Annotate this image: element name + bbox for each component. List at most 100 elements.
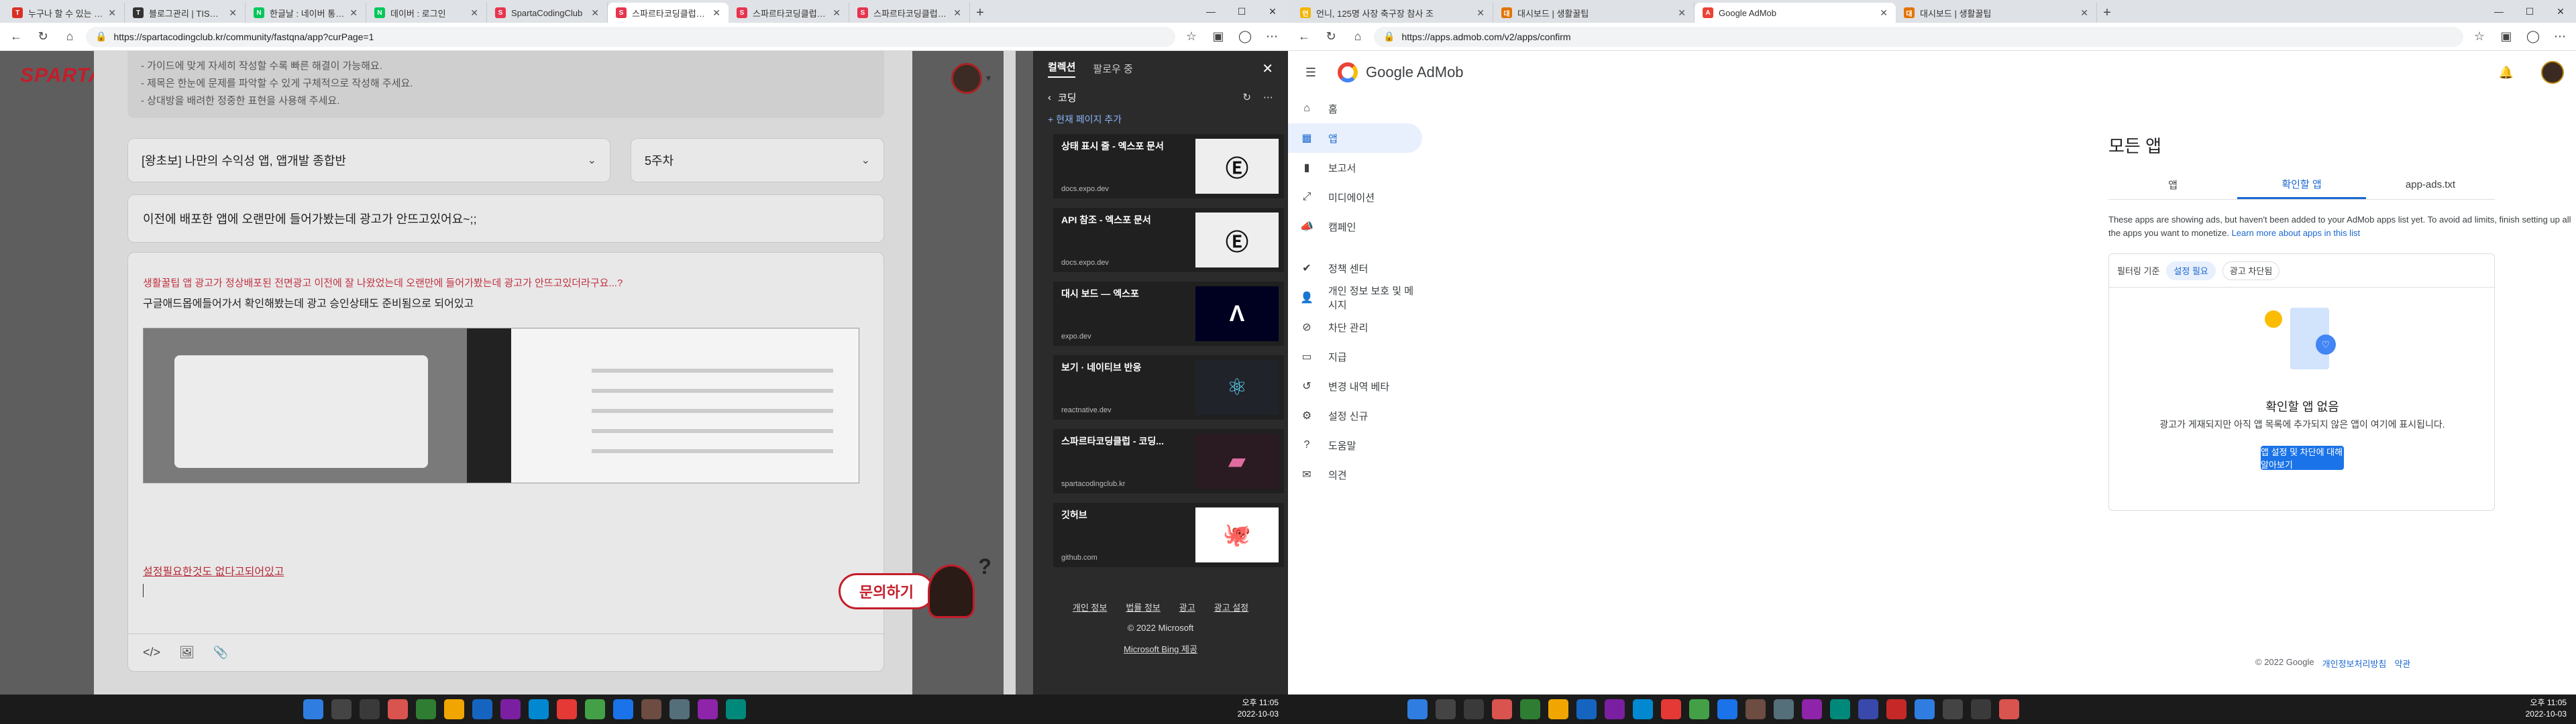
close-tab-icon[interactable]: ✕ xyxy=(953,7,961,19)
close-tab-icon[interactable]: ✕ xyxy=(350,7,358,19)
close-tab-icon[interactable]: ✕ xyxy=(712,7,720,19)
nav-item[interactable]: ⊘ 차단 관리 xyxy=(1288,312,1422,342)
minimize-button[interactable]: — xyxy=(2483,0,2514,23)
browser-tab[interactable]: S SpartaCodingClub ✕ xyxy=(487,3,608,23)
taskbar-app-icon[interactable] xyxy=(1971,699,1991,719)
taskbar-app-icon[interactable] xyxy=(1746,699,1766,719)
collection-item[interactable]: API 참조 - 엑스포 문서 docs.expo.dev Ⓔ xyxy=(1053,208,1284,272)
address-bar[interactable]: 🔒 https://spartacodingclub.kr/community/… xyxy=(86,26,1175,47)
taskbar-app-icon[interactable] xyxy=(1915,699,1935,719)
taskbar-app-icon[interactable] xyxy=(1802,699,1822,719)
browser-tab[interactable]: N 한글날 : 네이버 통합검색 ✕ xyxy=(246,3,366,23)
nav-item[interactable]: ▮ 보고서 xyxy=(1288,153,1422,182)
taskbar-app-icon[interactable] xyxy=(331,699,352,719)
taskbar-app-icon[interactable] xyxy=(416,699,436,719)
inquiry-button[interactable]: 문의하기 xyxy=(839,554,991,618)
more-icon[interactable]: ⋯ xyxy=(2549,26,2571,48)
address-bar[interactable]: 🔒 https://apps.admob.com/v2/apps/confirm xyxy=(1374,26,2463,47)
close-tab-icon[interactable]: ✕ xyxy=(470,7,478,19)
footer-link[interactable]: 개인 정보 xyxy=(1073,601,1107,613)
browser-tab[interactable]: 대 대시보드 | 생활꿀팁 ✕ xyxy=(1896,3,2097,23)
minimize-button[interactable]: — xyxy=(1195,0,1226,23)
code-icon[interactable]: </> xyxy=(143,646,160,660)
taskbar-app-icon[interactable] xyxy=(557,699,577,719)
taskbar-app-icon[interactable] xyxy=(1830,699,1850,719)
collection-item[interactable]: 대시 보드 — 엑스포 expo.dev Λ xyxy=(1053,282,1284,346)
taskbar-app-icon[interactable] xyxy=(698,699,718,719)
page-scrollbar[interactable] xyxy=(1004,51,1016,695)
close-tab-icon[interactable]: ✕ xyxy=(591,7,599,19)
chevron-down-icon[interactable]: ▾ xyxy=(986,72,991,84)
taskbar-app-icon[interactable] xyxy=(1605,699,1625,719)
refresh-icon[interactable]: ↻ xyxy=(1320,26,1342,48)
taskbar-app-icon[interactable] xyxy=(500,699,521,719)
browser-tab[interactable]: T 누구나 할 수 있는 앱 광고 ✕ xyxy=(4,3,125,23)
profile-icon[interactable]: ◯ xyxy=(1234,26,1256,48)
taskbar-app-icon[interactable] xyxy=(529,699,549,719)
tab-app-ads-txt[interactable]: app-ads.txt xyxy=(2366,170,2495,199)
taskbar-app-icon[interactable] xyxy=(1548,699,1568,719)
nav-item[interactable]: ✔ 정책 센터 xyxy=(1288,253,1422,283)
browser-tab[interactable]: N 데이버 : 로그인 ✕ xyxy=(366,3,487,23)
nav-item[interactable]: ⌂ 홈 xyxy=(1288,94,1422,123)
taskbar-app-icon[interactable] xyxy=(472,699,492,719)
collections-icon[interactable]: ▣ xyxy=(2496,26,2517,48)
privacy-link[interactable]: 개인정보처리방침 xyxy=(2322,657,2387,670)
more-icon[interactable]: ⋯ xyxy=(1263,91,1273,103)
taskbar-app-icon[interactable] xyxy=(1943,699,1963,719)
nav-item[interactable]: ▭ 지급 xyxy=(1288,342,1422,371)
back-chevron-icon[interactable]: ‹ xyxy=(1048,92,1051,103)
tab-apps-to-review[interactable]: 확인할 앱 xyxy=(2237,170,2366,199)
user-avatar[interactable] xyxy=(951,63,982,94)
taskbar-app-icon[interactable] xyxy=(1436,699,1456,719)
add-current-page-button[interactable]: + 현재 페이지 추가 xyxy=(1033,109,1288,130)
close-window-button[interactable]: ✕ xyxy=(1257,0,1288,23)
browser-tab[interactable]: 언 언니, 125명 사장 축구장 참사 조 ✕ xyxy=(1292,3,1493,23)
taskbar-app-icon[interactable] xyxy=(1633,699,1653,719)
learn-more-link[interactable]: Learn more about apps in this list xyxy=(2232,228,2361,238)
close-tab-icon[interactable]: ✕ xyxy=(833,7,841,19)
tab-following[interactable]: 팔로우 중 xyxy=(1093,62,1132,76)
close-window-button[interactable]: ✕ xyxy=(2545,0,2576,23)
footer-link[interactable]: 광고 xyxy=(1179,601,1195,613)
taskbar-app-icon[interactable] xyxy=(303,699,323,719)
clock[interactable]: 오후 11:05 2022-10-03 xyxy=(2526,697,2567,720)
nav-item[interactable]: ? 도움말 xyxy=(1288,430,1422,460)
tab-apps[interactable]: 앱 xyxy=(2108,170,2237,199)
week-select[interactable]: 5주차 ⌄ xyxy=(631,138,884,182)
close-icon[interactable]: ✕ xyxy=(1262,60,1273,77)
taskbar-app-icon[interactable] xyxy=(360,699,380,719)
taskbar-app-icon[interactable] xyxy=(1717,699,1737,719)
terms-link[interactable]: 약관 xyxy=(2394,657,2410,670)
nav-item[interactable]: ▦ 앱 xyxy=(1288,123,1422,153)
attach-icon[interactable]: 📎 xyxy=(213,646,228,660)
taskbar-app-icon[interactable] xyxy=(1858,699,1878,719)
taskbar-app-icon[interactable] xyxy=(726,699,746,719)
chip-needs-setup[interactable]: 설정 필요 xyxy=(2166,261,2216,280)
sync-icon[interactable]: ↻ xyxy=(1242,91,1251,103)
taskbar-app-icon[interactable] xyxy=(1886,699,1907,719)
collection-item[interactable]: 스파르타코딩클럽 - 코딩... spartacodingclub.kr ▰ xyxy=(1053,429,1284,493)
taskbar-app-icon[interactable] xyxy=(388,699,408,719)
taskbar-app-icon[interactable] xyxy=(613,699,633,719)
taskbar-app-icon[interactable] xyxy=(444,699,464,719)
back-icon[interactable]: ← xyxy=(5,26,27,48)
close-tab-icon[interactable]: ✕ xyxy=(108,7,116,19)
favorites-icon[interactable]: ☆ xyxy=(1181,26,1202,48)
taskbar-app-icon[interactable] xyxy=(1407,699,1428,719)
favorites-icon[interactable]: ☆ xyxy=(2469,26,2490,48)
footer-link[interactable]: 법률 정보 xyxy=(1126,601,1160,613)
bing-link[interactable]: Microsoft Bing 제공 xyxy=(1033,642,1288,655)
content-editor[interactable]: 생활꿀팁 앱 광고가 정상배포된 전면광고 이전에 잘 나왔었는데 오랜만에 들… xyxy=(127,252,885,672)
home-icon[interactable]: ⌂ xyxy=(59,26,80,48)
bell-icon[interactable]: 🔔 xyxy=(2496,62,2517,83)
collection-item[interactable]: 깃허브 github.com 🐙 xyxy=(1053,503,1284,567)
maximize-button[interactable]: ☐ xyxy=(1226,0,1257,23)
taskbar-app-icon[interactable] xyxy=(1689,699,1709,719)
taskbar-app-icon[interactable] xyxy=(1576,699,1597,719)
taskbar-app-icon[interactable] xyxy=(585,699,605,719)
nav-item[interactable]: 📣 캠페인 xyxy=(1288,212,1422,241)
taskbar-app-icon[interactable] xyxy=(1774,699,1794,719)
maximize-button[interactable]: ☐ xyxy=(2514,0,2545,23)
collections-icon[interactable]: ▣ xyxy=(1208,26,1229,48)
